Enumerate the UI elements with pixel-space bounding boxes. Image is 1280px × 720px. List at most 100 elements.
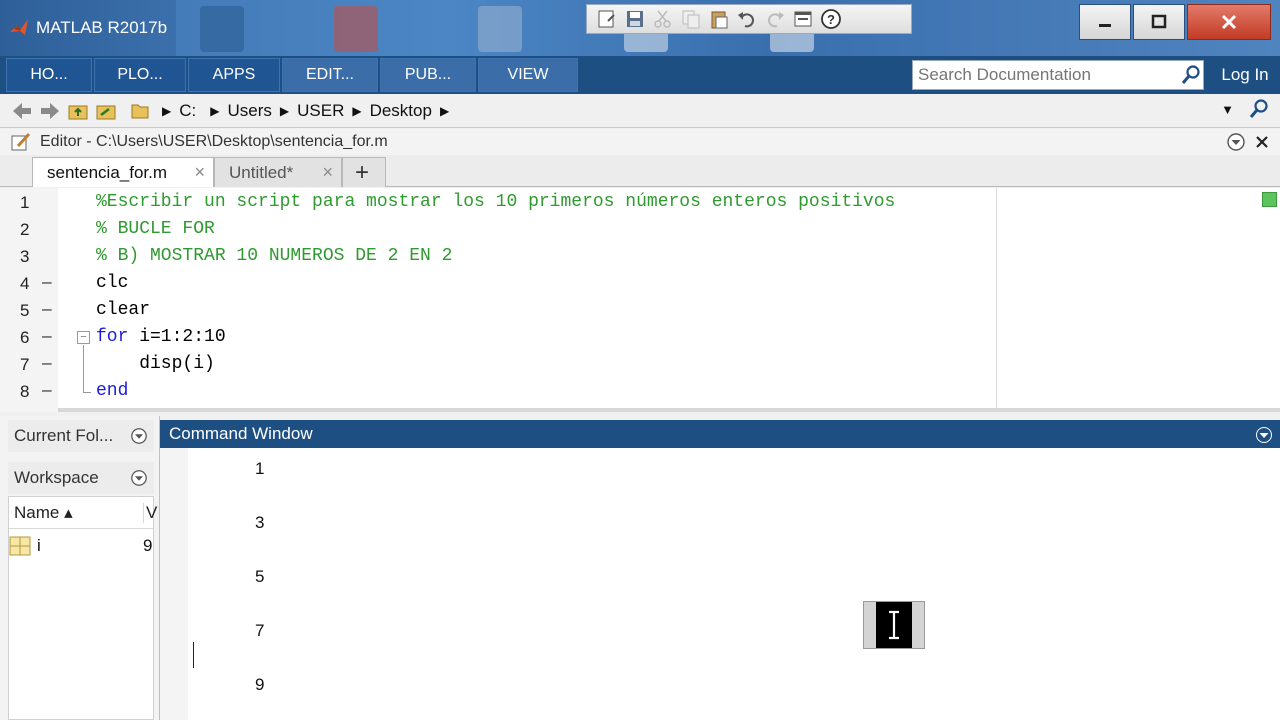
- undo-button[interactable]: [733, 7, 761, 31]
- breakpoint-dash[interactable]: —: [42, 382, 52, 400]
- login-button[interactable]: Log In: [1210, 56, 1280, 94]
- current-folder-panel-header[interactable]: Current Fol...: [8, 420, 154, 452]
- code-text: disp(i): [96, 354, 215, 374]
- output-line: 5: [255, 567, 265, 586]
- code-rest: i=1:2:10: [128, 327, 226, 347]
- breadcrumb-separator: ▶: [279, 103, 290, 118]
- editor-title-actions: [1226, 132, 1272, 152]
- chevron-down-icon[interactable]: [1254, 425, 1274, 445]
- code-keyword: for: [96, 327, 129, 347]
- code-line[interactable]: 4 — clc: [0, 270, 1000, 297]
- up-folder-button[interactable]: [64, 98, 92, 124]
- mouse-cursor: [863, 601, 925, 649]
- scissors-icon: [654, 10, 671, 28]
- search-folder-icon[interactable]: [1248, 98, 1270, 120]
- switch-windows-button[interactable]: [789, 7, 817, 31]
- right-margin-line: [996, 188, 997, 412]
- breadcrumb-desktop[interactable]: Desktop: [370, 101, 432, 121]
- browse-folder-button[interactable]: [92, 98, 120, 124]
- code-line[interactable]: 1 %Escribir un script para mostrar los 1…: [0, 189, 1000, 216]
- line-number: 3: [20, 247, 30, 266]
- code-keyword: end: [96, 381, 129, 401]
- line-number: 5: [20, 301, 30, 320]
- paste-button[interactable]: [705, 7, 733, 31]
- copy-button[interactable]: [677, 7, 705, 31]
- fold-toggle-icon[interactable]: −: [77, 331, 90, 344]
- output-line: 9: [255, 675, 265, 694]
- code-line[interactable]: 6 — for i=1:2:10: [0, 324, 1000, 351]
- code-text: clear: [96, 300, 151, 320]
- background-window-thumb: [478, 6, 522, 52]
- close-tab-icon[interactable]: ×: [194, 162, 205, 183]
- forward-button[interactable]: [36, 98, 64, 124]
- copy-icon: [682, 10, 700, 29]
- redo-button[interactable]: [761, 7, 789, 31]
- search-documentation[interactable]: [912, 60, 1204, 90]
- quick-access-toolbar: ?: [586, 4, 912, 34]
- fold-guide: [83, 345, 84, 393]
- app-title-area: MATLAB R2017b: [0, 0, 176, 56]
- toolstrip-tabs: HO... PLO... APPS EDIT... PUB... VIEW: [6, 58, 580, 92]
- breadcrumb-c-drive[interactable]: C:: [179, 101, 196, 121]
- tab-plots[interactable]: PLO...: [94, 58, 186, 92]
- help-button[interactable]: ?: [817, 7, 845, 31]
- search-input[interactable]: [918, 65, 1180, 85]
- variable-name: i: [37, 536, 41, 555]
- tab-publish[interactable]: PUB...: [380, 58, 476, 92]
- code-line[interactable]: 7 — disp(i): [0, 351, 1000, 378]
- arrow-right-icon: [41, 102, 59, 119]
- command-window[interactable]: 1 3 5 7 9: [160, 448, 1280, 720]
- window-controls: [1077, 4, 1271, 40]
- column-header-value[interactable]: V: [143, 503, 157, 523]
- breakpoint-dash[interactable]: —: [42, 301, 52, 319]
- breakpoint-dash[interactable]: —: [42, 328, 52, 346]
- chevron-down-icon[interactable]: [1226, 132, 1246, 152]
- table-row[interactable]: i 9: [9, 533, 153, 559]
- maximize-button[interactable]: [1133, 4, 1185, 40]
- code-line[interactable]: 2 % BUCLE FOR: [0, 216, 1000, 243]
- save-icon: [627, 11, 643, 27]
- new-file-icon: [598, 10, 615, 28]
- workspace-panel-header[interactable]: Workspace: [8, 462, 154, 494]
- command-window-gutter: [160, 448, 188, 720]
- close-window-button[interactable]: [1187, 4, 1271, 40]
- minimize-button[interactable]: [1079, 4, 1131, 40]
- code-line[interactable]: 3 % B) MOSTRAR 10 NUMEROS DE 2 EN 2: [0, 243, 1000, 270]
- chevron-down-icon[interactable]: [130, 427, 148, 445]
- background-window-thumb: [200, 6, 244, 52]
- tab-editor[interactable]: EDIT...: [282, 58, 378, 92]
- command-window-header: Command Window: [160, 420, 1280, 448]
- close-icon[interactable]: [1252, 132, 1272, 152]
- breadcrumb-separator: ▶: [162, 103, 172, 118]
- address-dropdown-icon[interactable]: ▼: [1221, 102, 1234, 117]
- tab-label: Untitled*: [229, 162, 294, 182]
- breadcrumb-users[interactable]: Users: [227, 101, 271, 121]
- tab-apps[interactable]: APPS: [188, 58, 280, 92]
- new-tab-button[interactable]: +: [342, 157, 386, 187]
- breadcrumb-user[interactable]: USER: [297, 101, 344, 121]
- tab-untitled[interactable]: Untitled* ×: [214, 157, 342, 187]
- search-icon: [1181, 65, 1200, 84]
- new-script-button[interactable]: [593, 7, 621, 31]
- code-text: for i=1:2:10: [96, 327, 226, 347]
- back-button[interactable]: [8, 98, 36, 124]
- tab-view[interactable]: VIEW: [478, 58, 578, 92]
- code-editor[interactable]: 1 %Escribir un script para mostrar los 1…: [0, 188, 1280, 412]
- breakpoint-dash[interactable]: —: [42, 355, 52, 373]
- save-button[interactable]: [621, 7, 649, 31]
- line-number: 8: [20, 382, 30, 401]
- breakpoint-dash[interactable]: —: [42, 274, 52, 292]
- column-header-name[interactable]: Name ▴: [14, 503, 73, 523]
- chevron-down-icon[interactable]: [130, 469, 148, 487]
- tab-home[interactable]: HO...: [6, 58, 92, 92]
- code-line[interactable]: 8 — end: [0, 378, 1000, 405]
- code-line[interactable]: 5 — clear: [0, 297, 1000, 324]
- cut-button[interactable]: [649, 7, 677, 31]
- tab-sentencia-for[interactable]: sentencia_for.m ×: [32, 157, 214, 187]
- close-tab-icon[interactable]: ×: [322, 162, 333, 183]
- output-line: 3: [255, 513, 265, 532]
- code-analyzer-ok-indicator[interactable]: [1262, 192, 1277, 207]
- address-actions: ▼: [1221, 98, 1270, 120]
- panel-title: Command Window: [169, 424, 313, 443]
- svg-text:?: ?: [827, 12, 835, 27]
